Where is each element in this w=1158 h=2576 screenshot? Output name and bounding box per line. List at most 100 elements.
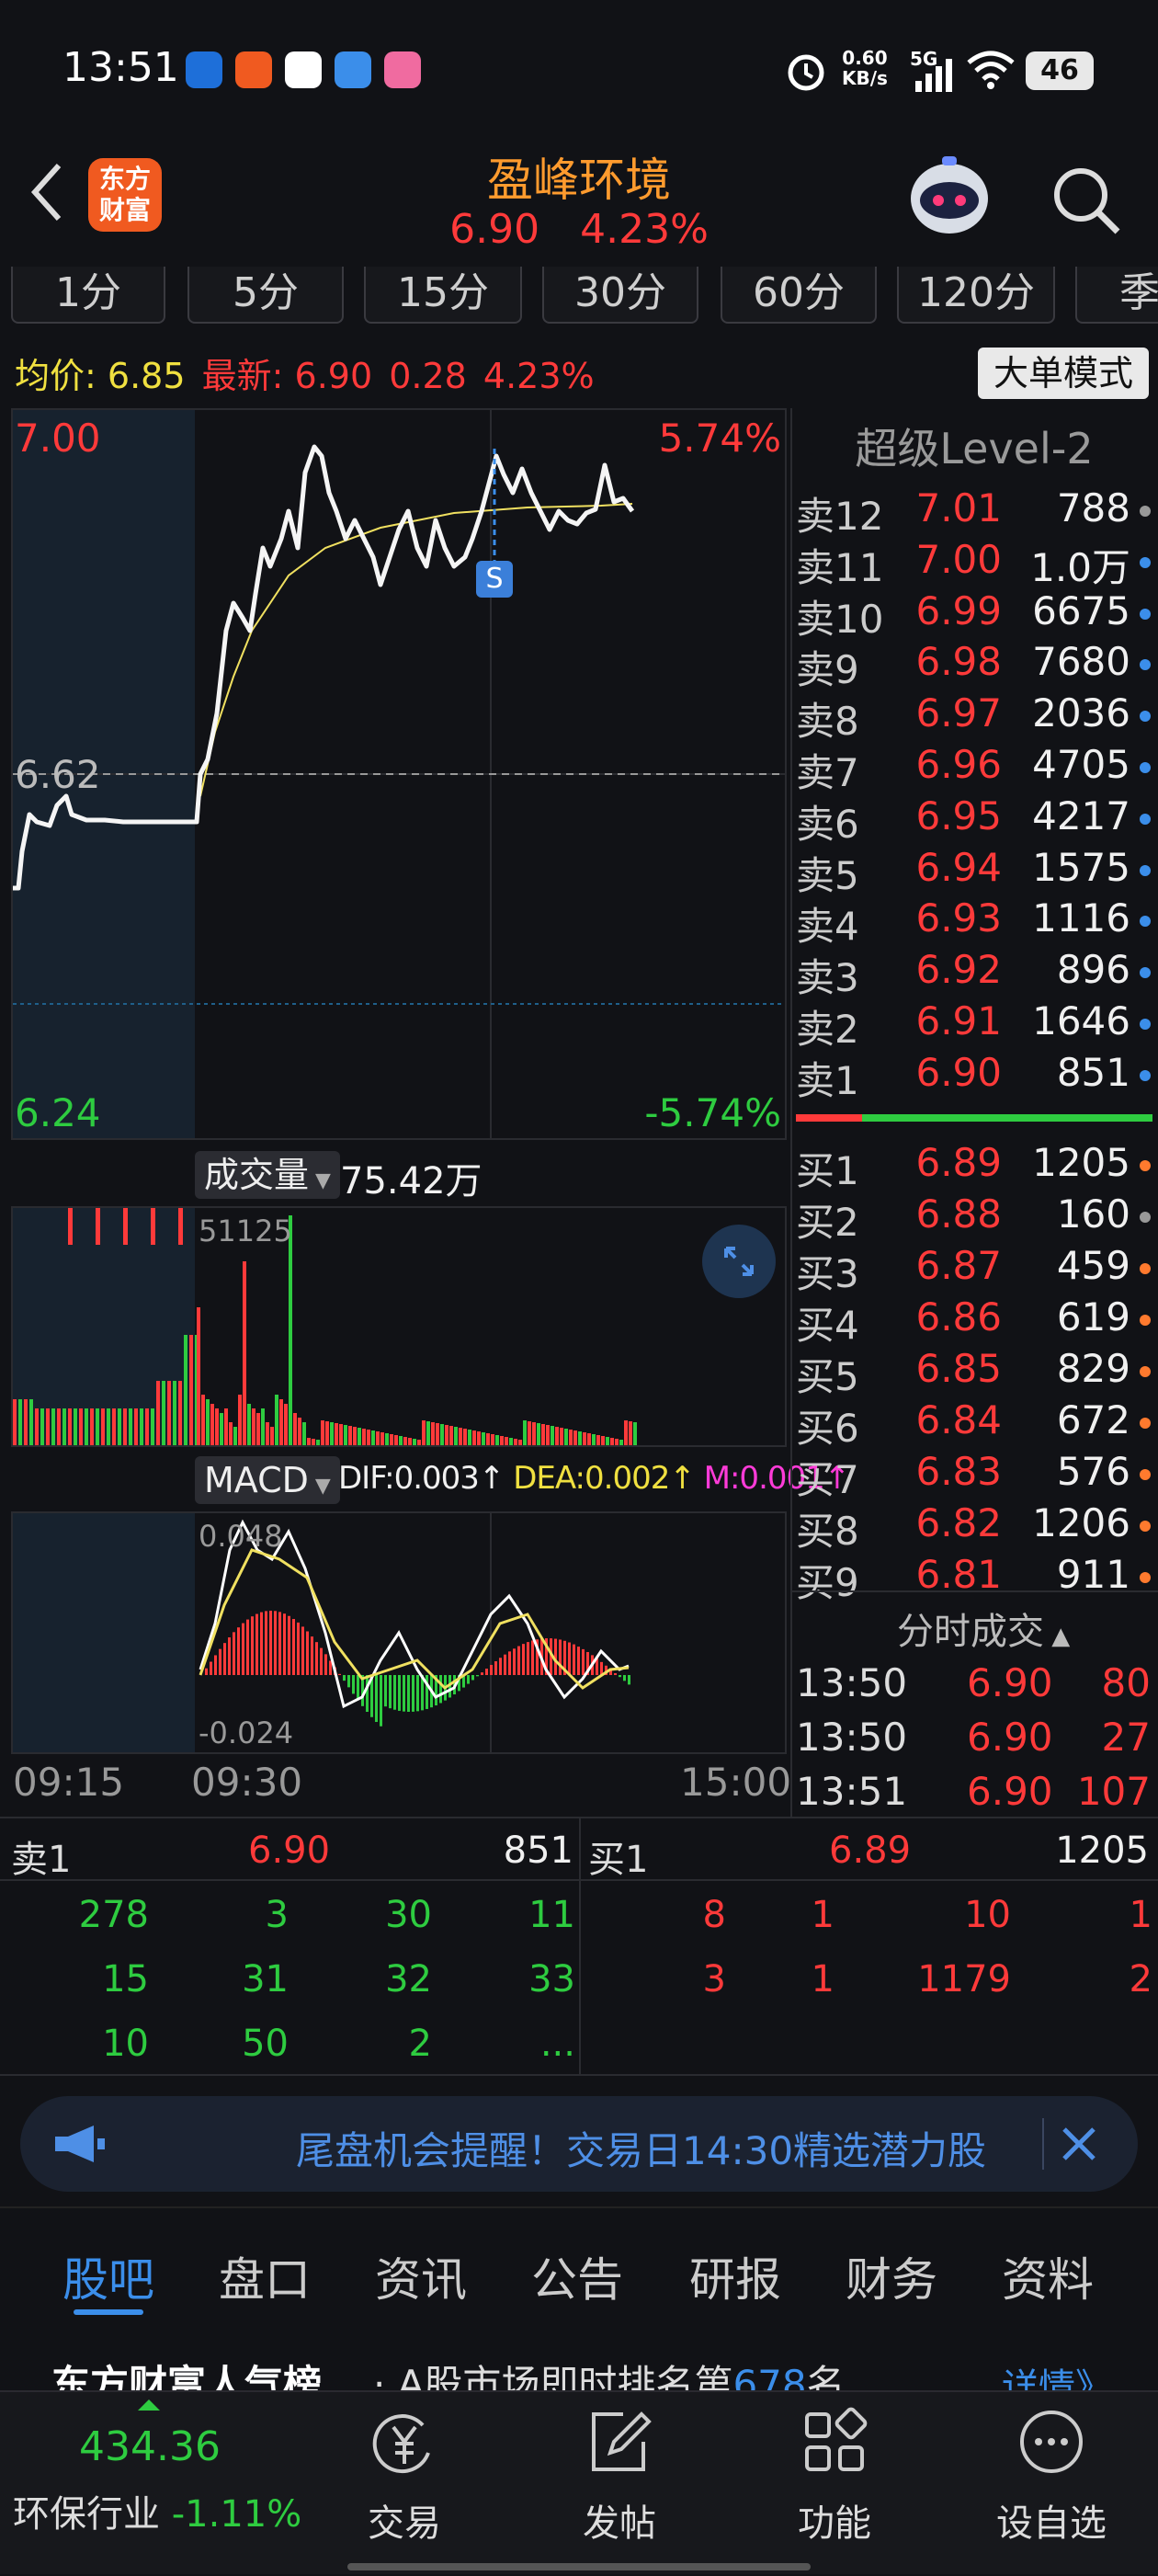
macd-bar [412, 1675, 414, 1712]
volume-bar [422, 1420, 426, 1445]
period-tabs: 1分 5分 15分 30分 60分 120分 季 [0, 267, 1158, 327]
order-dot-icon [1140, 1069, 1151, 1081]
volume-bar [151, 1408, 154, 1445]
volume-bar [463, 1429, 467, 1445]
ask-level-row[interactable]: 卖5 6.94 1575 [796, 845, 1158, 898]
buy-queue-cell: 2 [1129, 1958, 1152, 2000]
volume-bar [266, 1422, 269, 1445]
nav-functions[interactable]: 功能 [770, 2392, 899, 2547]
sell-queue-cell: 30 [385, 1894, 432, 1936]
macd-selector[interactable]: MACD ▼ [195, 1456, 340, 1504]
macd-bar [338, 1673, 341, 1675]
ask-level-row[interactable]: 卖6 6.95 4217 [796, 793, 1158, 847]
volume-bar [583, 1432, 586, 1445]
tick-trades-title[interactable]: 分时成交 ▲ [897, 1601, 1070, 1655]
time-axis-open: 09:30 [191, 1760, 303, 1805]
macd-bar [269, 1611, 272, 1675]
ask-level-row[interactable]: 卖8 6.97 2036 [796, 690, 1158, 744]
ask-level-row[interactable]: 卖7 6.96 4705 [796, 742, 1158, 795]
macd-values: DIF:0.003↑ DEA:0.002↑ M:0.001↑ [338, 1460, 850, 1497]
popularity-rank-row[interactable]: 东方财富人气榜 · A股市场即时排名第678名 详情》 [0, 2326, 1158, 2390]
tab-period-quarter[interactable]: 季 [1075, 267, 1158, 324]
volume-bar [302, 1422, 306, 1445]
ask-level-row[interactable]: 卖10 6.99 6675 [796, 588, 1158, 642]
bid-level-row[interactable]: 买3 6.87 459 [796, 1243, 1158, 1296]
macd-bar [490, 1664, 493, 1675]
ask-level-row[interactable]: 卖9 6.98 7680 [796, 639, 1158, 692]
tab-period-5m[interactable]: 5分 [187, 267, 344, 324]
bid-level-row[interactable]: 买5 6.85 829 [796, 1346, 1158, 1399]
tab-financials[interactable]: 财务 [846, 2243, 937, 2309]
tab-research[interactable]: 研报 [689, 2243, 781, 2309]
volume-bar [610, 1438, 614, 1445]
expand-chart-button[interactable] [702, 1225, 776, 1298]
nav-post[interactable]: 发帖 [555, 2392, 684, 2547]
close-icon[interactable] [1059, 2124, 1099, 2164]
tick-volume: 80 [1101, 1660, 1151, 1705]
volume-bar [134, 1408, 138, 1445]
hot-rank-details-link[interactable]: 详情》 [1002, 2357, 1112, 2390]
order-dot-icon [1140, 864, 1151, 876]
volume-bar [486, 1433, 490, 1445]
buy-queue-qty: 1205 [1055, 1829, 1149, 1872]
bid-level-row[interactable]: 买4 6.86 619 [796, 1294, 1158, 1348]
ask-level-qty: 4705 [1032, 742, 1130, 787]
intraday-price-chart[interactable]: S 7.00 6.62 6.24 5.74% -5.74% [11, 408, 787, 1140]
ask-level-row[interactable]: 卖1 6.90 851 [796, 1050, 1158, 1103]
robot-assistant-icon[interactable] [905, 153, 993, 241]
volume-bar [129, 1408, 132, 1445]
bid-level-row[interactable]: 买7 6.83 576 [796, 1449, 1158, 1502]
volume-selector[interactable]: 成交量 ▼ [195, 1151, 340, 1199]
tab-profile[interactable]: 资料 [1002, 2243, 1094, 2309]
status-time: 13:51 [62, 44, 179, 91]
volume-bar [252, 1408, 255, 1445]
ask-level-row[interactable]: 卖3 6.92 896 [796, 947, 1158, 1000]
ask-level-qty: 7680 [1032, 639, 1130, 685]
app-notification-icon [384, 51, 421, 88]
bid-level-row[interactable]: 买2 6.88 160 [796, 1191, 1158, 1245]
buy-queue-cell: 8 [702, 1894, 726, 1936]
tab-announcements[interactable]: 公告 [531, 2243, 623, 2309]
nav-trade[interactable]: 交易 [340, 2392, 469, 2547]
industry-index-widget[interactable]: 434.36 环保行业 -1.11% [0, 2392, 312, 2576]
macd-bar [297, 1622, 300, 1675]
nav-add-watchlist[interactable]: 设自选 [987, 2392, 1116, 2547]
big-order-mode-button[interactable]: 大单模式 [978, 348, 1149, 399]
tab-period-15m[interactable]: 15分 [364, 267, 522, 324]
ask-level-row[interactable]: 卖4 6.93 1116 [796, 895, 1158, 949]
tab-period-30m[interactable]: 30分 [542, 267, 698, 324]
promo-banner[interactable]: 尾盘机会提醒！交易日14:30精选潜力股 [20, 2096, 1138, 2192]
volume-bar [68, 1408, 72, 1445]
volume-bar [537, 1423, 540, 1445]
bid-ask-ratio-bar [796, 1114, 1152, 1122]
macd-bar [582, 1648, 585, 1675]
ask-level-name: 卖6 [796, 801, 859, 847]
tab-pankou[interactable]: 盘口 [219, 2243, 311, 2309]
volume-bar [178, 1208, 183, 1245]
ask-level-row[interactable]: 卖11 7.00 1.0万 [796, 537, 1158, 590]
app-notification-icon [335, 51, 371, 88]
tab-period-1m[interactable]: 1分 [11, 267, 165, 324]
sell-signal-marker[interactable]: S [476, 561, 513, 598]
tab-period-60m[interactable]: 60分 [721, 267, 877, 324]
volume-bar [85, 1408, 88, 1445]
ask-level-row[interactable]: 卖2 6.91 1646 [796, 998, 1158, 1052]
ask-level-qty: 1116 [1032, 895, 1130, 941]
ask-level-row[interactable]: 卖12 7.01 788 [796, 485, 1158, 539]
volume-max-label: 51125 [199, 1214, 292, 1248]
expand-icon [724, 1247, 754, 1276]
volume-bar [532, 1422, 536, 1445]
volume-bar [167, 1381, 171, 1445]
macd-bar [301, 1626, 304, 1675]
tab-period-120m[interactable]: 120分 [897, 267, 1055, 324]
ask-level-qty: 1646 [1032, 998, 1130, 1043]
tab-news[interactable]: 资讯 [375, 2243, 467, 2309]
search-icon[interactable] [1048, 162, 1123, 237]
level2-title[interactable]: 超级Level-2 [790, 416, 1158, 476]
bid-level-row[interactable]: 买8 6.82 1206 [796, 1500, 1158, 1554]
bid-level-row[interactable]: 买1 6.89 1205 [796, 1140, 1158, 1193]
volume-bar [449, 1426, 453, 1445]
bid-level-row[interactable]: 买6 6.84 672 [796, 1397, 1158, 1451]
bid-level-row[interactable]: 买9 6.81 911 [796, 1552, 1158, 1605]
tab-guba[interactable]: 股吧 [62, 2243, 154, 2309]
